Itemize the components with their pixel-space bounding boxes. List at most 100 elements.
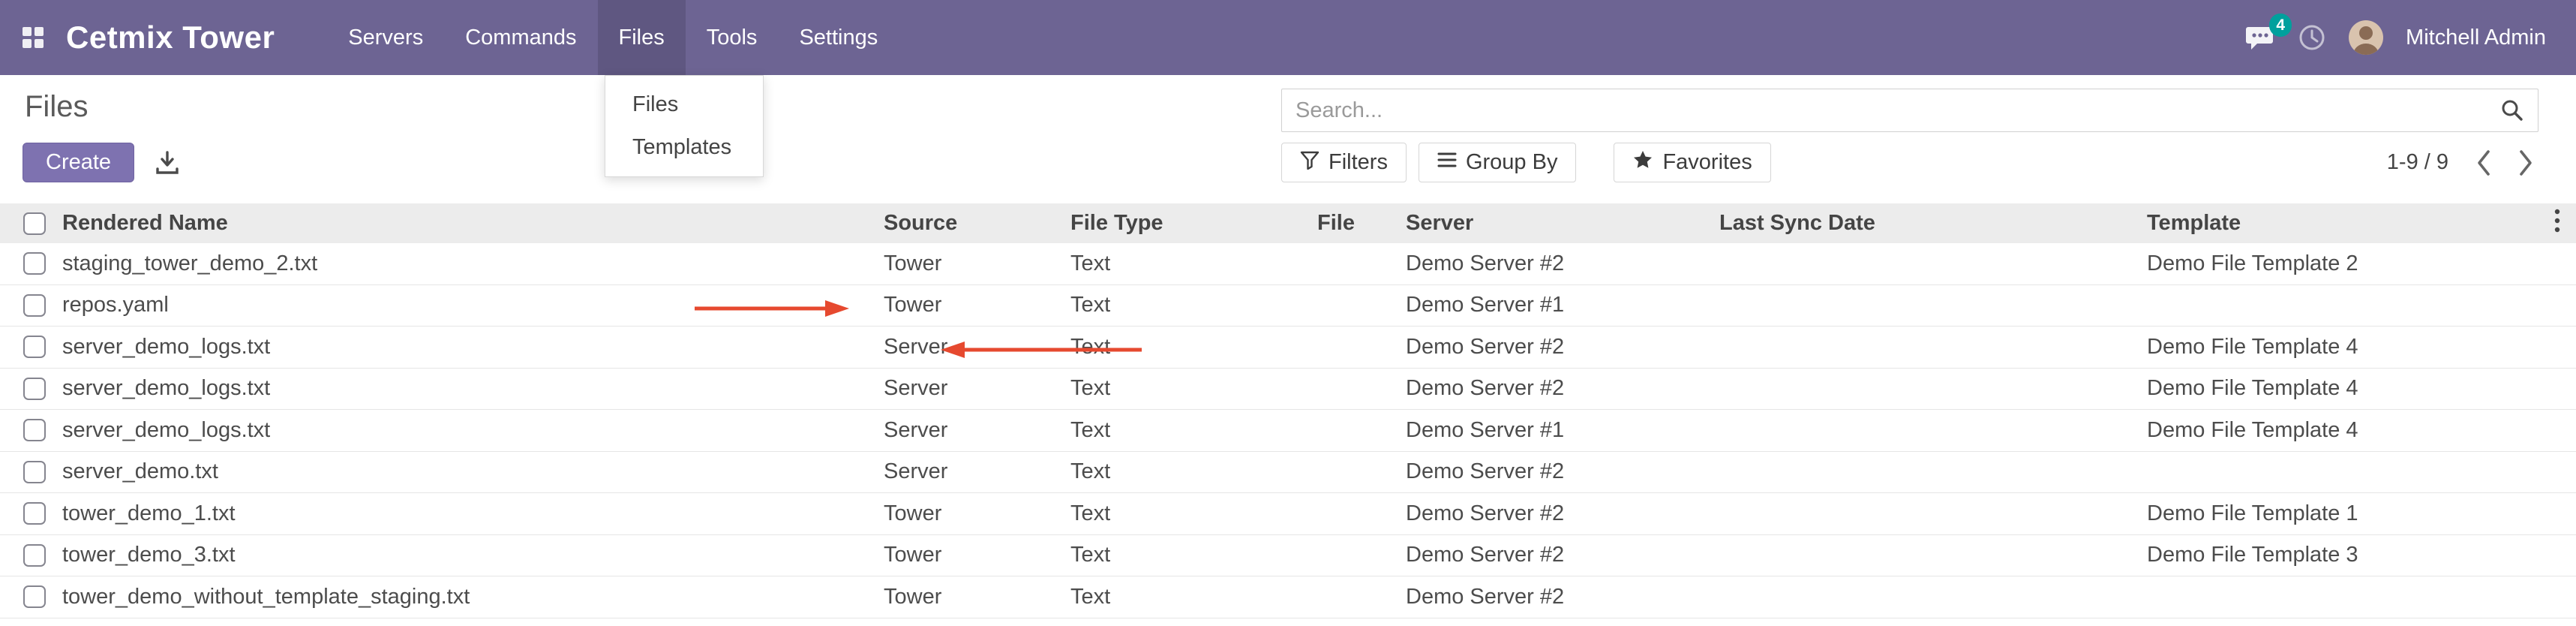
cell-server: Demo Server #2	[1400, 501, 1713, 526]
search-icon[interactable]	[2487, 98, 2538, 122]
table-row[interactable]: tower_demo_without_template_staging.txt T…	[0, 576, 2576, 618]
cell-source: Server	[878, 335, 1064, 360]
pager: 1-9 / 9	[2387, 143, 2543, 182]
col-server[interactable]: Server	[1400, 211, 1713, 236]
cell-rendered-name: repos.yaml	[56, 293, 878, 318]
page-title: Files	[25, 90, 88, 124]
cell-rendered-name: tower_demo_3.txt	[56, 543, 878, 567]
row-checkbox[interactable]	[23, 419, 46, 441]
cell-rendered-name: server_demo.txt	[56, 459, 878, 484]
table-row[interactable]: tower_demo_3.txtTowerTextDemo Server #2D…	[0, 535, 2576, 577]
table-body: staging_tower_demo_2.txtTowerTextDemo Se…	[0, 243, 2576, 618]
navbar-right: 4 Mitchell Admin	[2245, 20, 2576, 55]
table-row[interactable]: server_demo_logs.txtServerTextDemo Serve…	[0, 369, 2576, 411]
dropdown-item-templates[interactable]: Templates	[605, 126, 763, 169]
group-by-button-label: Group By	[1466, 150, 1558, 175]
cell-rendered-name: staging_tower_demo_2.txt	[56, 251, 878, 276]
cell-template: Demo File Template 3	[2141, 543, 2538, 567]
cell-server: Demo Server #2	[1400, 543, 1713, 567]
search-input[interactable]	[1282, 89, 2487, 131]
cell-file-type: Text	[1064, 501, 1311, 526]
pager-next-button[interactable]	[2508, 143, 2543, 182]
column-options-icon[interactable]	[2553, 208, 2562, 239]
action-buttons: Create	[23, 143, 181, 182]
user-avatar[interactable]	[2349, 20, 2383, 55]
cell-template: Demo File Template 2	[2141, 251, 2538, 276]
cell-rendered-name: server_demo_logs.txt	[56, 376, 878, 401]
main-menu: Servers Commands Files Tools Settings	[327, 0, 899, 75]
cell-rendered-name: server_demo_logs.txt	[56, 418, 878, 443]
files-table: Rendered Name Source File Type File Serv…	[0, 203, 2576, 618]
row-checkbox[interactable]	[23, 378, 46, 400]
table-row[interactable]: server_demo_logs.txtServerText Demo Serve…	[0, 410, 2576, 452]
col-source[interactable]: Source	[878, 211, 1064, 236]
col-file-type[interactable]: File Type	[1064, 211, 1311, 236]
messages-icon[interactable]: 4	[2245, 24, 2275, 51]
row-checkbox[interactable]	[23, 585, 46, 608]
row-checkbox[interactable]	[23, 294, 46, 317]
cell-file-type: Text	[1064, 251, 1311, 276]
cell-file-type: Text	[1064, 459, 1311, 484]
cell-template: Demo File Template 1	[2141, 501, 2538, 526]
table-row[interactable]: repos.yamlTowerTextDemo Server #1	[0, 285, 2576, 327]
row-checkbox[interactable]	[23, 336, 46, 358]
create-button[interactable]: Create	[23, 143, 134, 182]
user-name[interactable]: Mitchell Admin	[2406, 26, 2546, 50]
cell-server: Demo Server #2	[1400, 585, 1713, 609]
filter-bar: Filters Group By Favorites	[1281, 143, 1771, 182]
table-row[interactable]: server_demo.txtServerText Demo Server #2	[0, 452, 2576, 494]
cell-server: Demo Server #2	[1400, 335, 1713, 360]
cell-source: Server	[878, 418, 1064, 443]
cell-file-type: Text	[1064, 335, 1311, 360]
cell-source: Tower	[878, 293, 1064, 318]
col-last-sync-date[interactable]: Last Sync Date	[1713, 211, 2141, 236]
cell-server: Demo Server #1	[1400, 418, 1713, 443]
col-template[interactable]: Template	[2141, 211, 2538, 236]
table-row[interactable]: tower_demo_1.txtTowerTextDemo Server #2D…	[0, 493, 2576, 535]
row-checkbox[interactable]	[23, 544, 46, 567]
cell-source: Server	[878, 459, 1064, 484]
dropdown-item-files[interactable]: Files	[605, 83, 763, 126]
col-rendered-name[interactable]: Rendered Name	[56, 211, 878, 236]
cell-file-type: Text	[1064, 585, 1311, 609]
cell-server: Demo Server #1	[1400, 293, 1713, 318]
app-brand[interactable]: Cetmix Tower	[66, 20, 275, 56]
menu-files[interactable]: Files	[598, 0, 686, 75]
files-dropdown-menu: Files Templates	[605, 75, 764, 177]
group-by-list-icon	[1437, 150, 1457, 176]
table-row[interactable]: server_demo_logs.txtServerText Demo Serve…	[0, 327, 2576, 369]
app-window: Cetmix Tower Servers Commands Files Tool…	[0, 0, 2576, 626]
messages-badge: 4	[2269, 14, 2292, 37]
menu-servers[interactable]: Servers	[327, 0, 444, 75]
cell-source: Tower	[878, 543, 1064, 567]
menu-settings[interactable]: Settings	[778, 0, 899, 75]
row-checkbox[interactable]	[23, 252, 46, 275]
row-checkbox[interactable]	[23, 502, 46, 525]
cell-source: Tower	[878, 501, 1064, 526]
cell-source: Tower	[878, 251, 1064, 276]
cell-server: Demo Server #2	[1400, 251, 1713, 276]
export-download-icon[interactable]	[154, 149, 181, 176]
activities-clock-icon[interactable]	[2298, 23, 2326, 52]
row-checkbox[interactable]	[23, 461, 46, 483]
table-header: Rendered Name Source File Type File Serv…	[0, 203, 2576, 243]
pager-range: 1-9 / 9	[2387, 150, 2448, 175]
select-all-checkbox[interactable]	[23, 212, 46, 235]
group-by-button[interactable]: Group By	[1419, 143, 1577, 182]
cell-rendered-name: tower_demo_without_template_staging.txt	[56, 585, 878, 609]
col-file[interactable]: File	[1311, 211, 1400, 236]
filters-button[interactable]: Filters	[1281, 143, 1407, 182]
table-row[interactable]: staging_tower_demo_2.txtTowerText Demo Se…	[0, 243, 2576, 285]
cell-template: Demo File Template 4	[2141, 418, 2538, 443]
menu-tools[interactable]: Tools	[686, 0, 779, 75]
menu-commands[interactable]: Commands	[444, 0, 597, 75]
favorites-button[interactable]: Favorites	[1614, 143, 1770, 182]
top-navbar: Cetmix Tower Servers Commands Files Tool…	[0, 0, 2576, 75]
pager-prev-button[interactable]	[2466, 143, 2501, 182]
filters-button-label: Filters	[1329, 150, 1388, 175]
cell-file-type: Text	[1064, 418, 1311, 443]
cell-server: Demo Server #2	[1400, 459, 1713, 484]
cell-rendered-name: server_demo_logs.txt	[56, 335, 878, 360]
filter-funnel-icon	[1300, 150, 1320, 176]
apps-grid-icon[interactable]	[21, 26, 45, 50]
